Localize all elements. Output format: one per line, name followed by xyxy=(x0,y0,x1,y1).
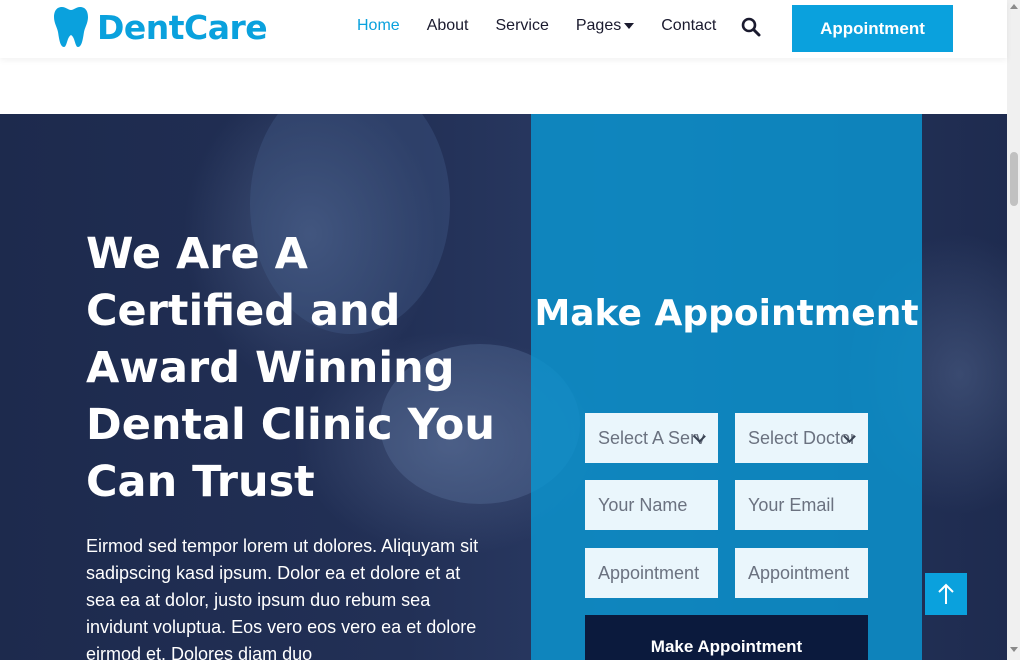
email-input[interactable]: Your Email xyxy=(735,480,868,530)
scroll-down-arrow-icon[interactable] xyxy=(1010,647,1018,652)
nav-about[interactable]: About xyxy=(427,17,469,35)
time-input[interactable]: Appointment Time xyxy=(735,548,868,598)
tooth-icon xyxy=(53,6,89,48)
caret-down-icon xyxy=(624,22,635,29)
hero-title: We Are A Certified and Award Winning Den… xyxy=(86,229,495,507)
service-select[interactable]: Select A Service xyxy=(585,413,718,463)
nav-service[interactable]: Service xyxy=(496,17,549,35)
nav-home[interactable]: Home xyxy=(357,17,400,35)
service-select-value: Select A Service xyxy=(598,427,704,448)
page: DentCare Home About Service Pages Contac… xyxy=(0,0,1020,660)
scroll-up-arrow-icon[interactable] xyxy=(1010,4,1018,9)
scrollbar[interactable] xyxy=(1007,0,1020,660)
name-input-placeholder: Your Name xyxy=(598,494,688,515)
date-input-placeholder: Appointment Date xyxy=(598,562,704,583)
nav-menu: Home About Service Pages Contact xyxy=(357,17,716,35)
arrow-up-icon xyxy=(938,583,954,604)
doctor-select[interactable]: Select Doctor xyxy=(735,413,868,463)
name-input[interactable]: Your Name xyxy=(585,480,718,530)
email-input-placeholder: Your Email xyxy=(748,494,835,515)
hero-text: Eirmod sed tempor lorem ut dolores. Aliq… xyxy=(86,536,479,660)
search-icon[interactable] xyxy=(741,17,761,37)
time-input-placeholder: Appointment Time xyxy=(748,562,854,583)
appointment-title: Make Appointment xyxy=(534,293,919,334)
brand-name: DentCare xyxy=(97,7,268,47)
appointment-panel: Make Appointment Select A Service Select… xyxy=(531,114,922,660)
make-appointment-button[interactable]: Make Appointment xyxy=(585,615,868,660)
nav-pages-label: Pages xyxy=(575,17,622,34)
back-to-top-button[interactable] xyxy=(925,573,967,615)
doctor-select-value: Select Doctor xyxy=(748,427,854,448)
hero-section: We Are A Certified and Award Winning Den… xyxy=(0,114,1007,660)
nav-contact[interactable]: Contact xyxy=(661,17,716,35)
navbar: DentCare Home About Service Pages Contac… xyxy=(0,0,1007,58)
date-input[interactable]: Appointment Date xyxy=(585,548,718,598)
brand-logo[interactable]: DentCare xyxy=(53,6,268,48)
scrollbar-thumb[interactable] xyxy=(1010,152,1018,206)
nav-pages[interactable]: Pages xyxy=(575,17,635,35)
appointment-button[interactable]: Appointment xyxy=(792,5,953,52)
